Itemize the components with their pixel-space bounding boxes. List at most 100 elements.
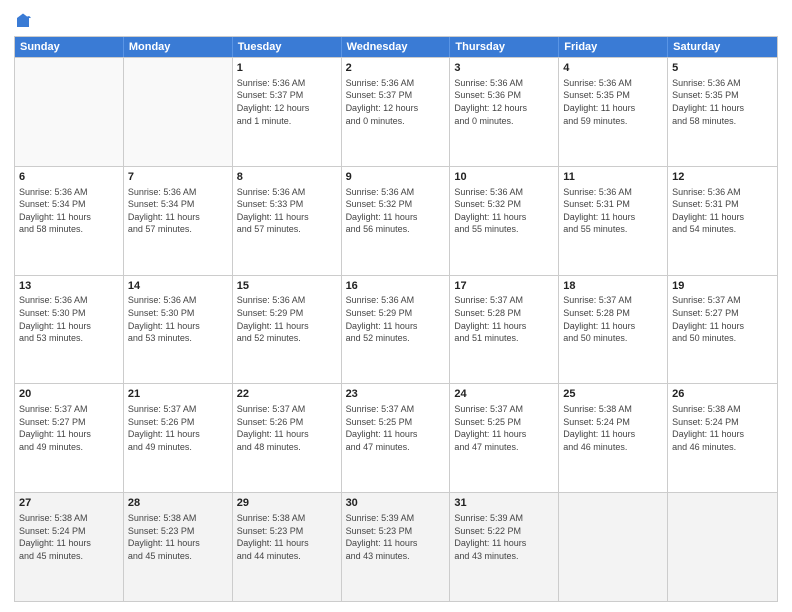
day-number: 27 — [19, 496, 119, 511]
day-number: 12 — [672, 170, 773, 185]
day-info: Sunrise: 5:36 AM Sunset: 5:34 PM Dayligh… — [128, 186, 228, 236]
day-number: 24 — [454, 387, 554, 402]
day-cell-9: 9Sunrise: 5:36 AM Sunset: 5:32 PM Daylig… — [342, 167, 451, 275]
day-number: 22 — [237, 387, 337, 402]
day-number: 4 — [563, 61, 663, 76]
day-number: 18 — [563, 279, 663, 294]
day-info: Sunrise: 5:38 AM Sunset: 5:23 PM Dayligh… — [128, 512, 228, 562]
day-info: Sunrise: 5:39 AM Sunset: 5:22 PM Dayligh… — [454, 512, 554, 562]
empty-cell — [559, 493, 668, 601]
header-day-thursday: Thursday — [450, 37, 559, 57]
day-cell-8: 8Sunrise: 5:36 AM Sunset: 5:33 PM Daylig… — [233, 167, 342, 275]
day-number: 31 — [454, 496, 554, 511]
day-cell-20: 20Sunrise: 5:37 AM Sunset: 5:27 PM Dayli… — [15, 384, 124, 492]
day-info: Sunrise: 5:36 AM Sunset: 5:29 PM Dayligh… — [237, 294, 337, 344]
day-number: 21 — [128, 387, 228, 402]
day-info: Sunrise: 5:36 AM Sunset: 5:32 PM Dayligh… — [346, 186, 446, 236]
day-number: 25 — [563, 387, 663, 402]
day-cell-5: 5Sunrise: 5:36 AM Sunset: 5:35 PM Daylig… — [668, 58, 777, 166]
day-info: Sunrise: 5:38 AM Sunset: 5:24 PM Dayligh… — [563, 403, 663, 453]
page: SundayMondayTuesdayWednesdayThursdayFrid… — [0, 0, 792, 612]
day-info: Sunrise: 5:36 AM Sunset: 5:35 PM Dayligh… — [672, 77, 773, 127]
day-cell-3: 3Sunrise: 5:36 AM Sunset: 5:36 PM Daylig… — [450, 58, 559, 166]
day-info: Sunrise: 5:37 AM Sunset: 5:27 PM Dayligh… — [672, 294, 773, 344]
day-cell-23: 23Sunrise: 5:37 AM Sunset: 5:25 PM Dayli… — [342, 384, 451, 492]
day-number: 13 — [19, 279, 119, 294]
header — [14, 12, 778, 30]
calendar-body: 1 Sunrise: 5:36 AM Sunset: 5:37 PM Daylig… — [15, 57, 777, 601]
day-cell-11: 11Sunrise: 5:36 AM Sunset: 5:31 PM Dayli… — [559, 167, 668, 275]
day-number: 3 — [454, 61, 554, 76]
calendar-header: SundayMondayTuesdayWednesdayThursdayFrid… — [15, 37, 777, 57]
empty-cell — [15, 58, 124, 166]
day-info: Sunrise: 5:37 AM Sunset: 5:28 PM Dayligh… — [563, 294, 663, 344]
day-cell-14: 14Sunrise: 5:36 AM Sunset: 5:30 PM Dayli… — [124, 276, 233, 384]
day-number: 30 — [346, 496, 446, 511]
day-number: 7 — [128, 170, 228, 185]
week-row-1: 1 Sunrise: 5:36 AM Sunset: 5:37 PM Daylig… — [15, 57, 777, 166]
week-row-2: 6Sunrise: 5:36 AM Sunset: 5:34 PM Daylig… — [15, 166, 777, 275]
day-cell-26: 26Sunrise: 5:38 AM Sunset: 5:24 PM Dayli… — [668, 384, 777, 492]
empty-cell — [668, 493, 777, 601]
header-day-monday: Monday — [124, 37, 233, 57]
day-number: 10 — [454, 170, 554, 185]
day-info: Sunrise: 5:36 AM Sunset: 5:31 PM Dayligh… — [672, 186, 773, 236]
day-cell-21: 21Sunrise: 5:37 AM Sunset: 5:26 PM Dayli… — [124, 384, 233, 492]
empty-cell — [124, 58, 233, 166]
day-cell-1: 1Sunrise: 5:36 AM Sunset: 5:37 PM Daylig… — [233, 58, 342, 166]
day-cell-29: 29Sunrise: 5:38 AM Sunset: 5:23 PM Dayli… — [233, 493, 342, 601]
logo — [14, 12, 34, 30]
day-info: Sunrise: 5:36 AM Sunset: 5:34 PM Dayligh… — [19, 186, 119, 236]
day-cell-17: 17Sunrise: 5:37 AM Sunset: 5:28 PM Dayli… — [450, 276, 559, 384]
day-info: Sunrise: 5:36 AM Sunset: 5:30 PM Dayligh… — [128, 294, 228, 344]
day-number: 11 — [563, 170, 663, 185]
day-cell-18: 18Sunrise: 5:37 AM Sunset: 5:28 PM Dayli… — [559, 276, 668, 384]
day-info: Sunrise: 5:37 AM Sunset: 5:28 PM Dayligh… — [454, 294, 554, 344]
day-info: Sunrise: 5:38 AM Sunset: 5:23 PM Dayligh… — [237, 512, 337, 562]
day-info: Sunrise: 5:37 AM Sunset: 5:26 PM Dayligh… — [128, 403, 228, 453]
day-cell-24: 24Sunrise: 5:37 AM Sunset: 5:25 PM Dayli… — [450, 384, 559, 492]
day-number: 15 — [237, 279, 337, 294]
day-number: 29 — [237, 496, 337, 511]
day-info: Sunrise: 5:36 AM Sunset: 5:37 PM Dayligh… — [346, 77, 446, 127]
day-number: 23 — [346, 387, 446, 402]
logo-icon — [14, 12, 32, 30]
day-number: 14 — [128, 279, 228, 294]
day-info: Sunrise: 5:37 AM Sunset: 5:25 PM Dayligh… — [454, 403, 554, 453]
day-info: Sunrise: 5:38 AM Sunset: 5:24 PM Dayligh… — [19, 512, 119, 562]
week-row-4: 20Sunrise: 5:37 AM Sunset: 5:27 PM Dayli… — [15, 383, 777, 492]
day-cell-27: 27Sunrise: 5:38 AM Sunset: 5:24 PM Dayli… — [15, 493, 124, 601]
day-info: Sunrise: 5:37 AM Sunset: 5:26 PM Dayligh… — [237, 403, 337, 453]
day-cell-4: 4Sunrise: 5:36 AM Sunset: 5:35 PM Daylig… — [559, 58, 668, 166]
header-day-friday: Friday — [559, 37, 668, 57]
day-cell-22: 22Sunrise: 5:37 AM Sunset: 5:26 PM Dayli… — [233, 384, 342, 492]
day-number: 26 — [672, 387, 773, 402]
day-info: Sunrise: 5:36 AM Sunset: 5:30 PM Dayligh… — [19, 294, 119, 344]
day-cell-31: 31Sunrise: 5:39 AM Sunset: 5:22 PM Dayli… — [450, 493, 559, 601]
day-info: Sunrise: 5:39 AM Sunset: 5:23 PM Dayligh… — [346, 512, 446, 562]
week-row-3: 13Sunrise: 5:36 AM Sunset: 5:30 PM Dayli… — [15, 275, 777, 384]
day-info: Sunrise: 5:38 AM Sunset: 5:24 PM Dayligh… — [672, 403, 773, 453]
header-day-wednesday: Wednesday — [342, 37, 451, 57]
day-info: Sunrise: 5:37 AM Sunset: 5:25 PM Dayligh… — [346, 403, 446, 453]
day-info: Sunrise: 5:36 AM Sunset: 5:36 PM Dayligh… — [454, 77, 554, 127]
day-cell-15: 15Sunrise: 5:36 AM Sunset: 5:29 PM Dayli… — [233, 276, 342, 384]
day-number: 5 — [672, 61, 773, 76]
day-number: 2 — [346, 61, 446, 76]
day-cell-25: 25Sunrise: 5:38 AM Sunset: 5:24 PM Dayli… — [559, 384, 668, 492]
header-day-saturday: Saturday — [668, 37, 777, 57]
day-info: Sunrise: 5:36 AM Sunset: 5:31 PM Dayligh… — [563, 186, 663, 236]
day-number: 19 — [672, 279, 773, 294]
day-number: 1 — [237, 61, 337, 76]
calendar: SundayMondayTuesdayWednesdayThursdayFrid… — [14, 36, 778, 602]
day-info: Sunrise: 5:37 AM Sunset: 5:27 PM Dayligh… — [19, 403, 119, 453]
day-cell-7: 7Sunrise: 5:36 AM Sunset: 5:34 PM Daylig… — [124, 167, 233, 275]
day-cell-16: 16Sunrise: 5:36 AM Sunset: 5:29 PM Dayli… — [342, 276, 451, 384]
day-cell-10: 10Sunrise: 5:36 AM Sunset: 5:32 PM Dayli… — [450, 167, 559, 275]
day-number: 20 — [19, 387, 119, 402]
day-info: Sunrise: 5:36 AM Sunset: 5:32 PM Dayligh… — [454, 186, 554, 236]
day-info: Sunrise: 5:36 AM Sunset: 5:33 PM Dayligh… — [237, 186, 337, 236]
day-info: Sunrise: 5:36 AM Sunset: 5:29 PM Dayligh… — [346, 294, 446, 344]
day-cell-12: 12Sunrise: 5:36 AM Sunset: 5:31 PM Dayli… — [668, 167, 777, 275]
day-cell-6: 6Sunrise: 5:36 AM Sunset: 5:34 PM Daylig… — [15, 167, 124, 275]
